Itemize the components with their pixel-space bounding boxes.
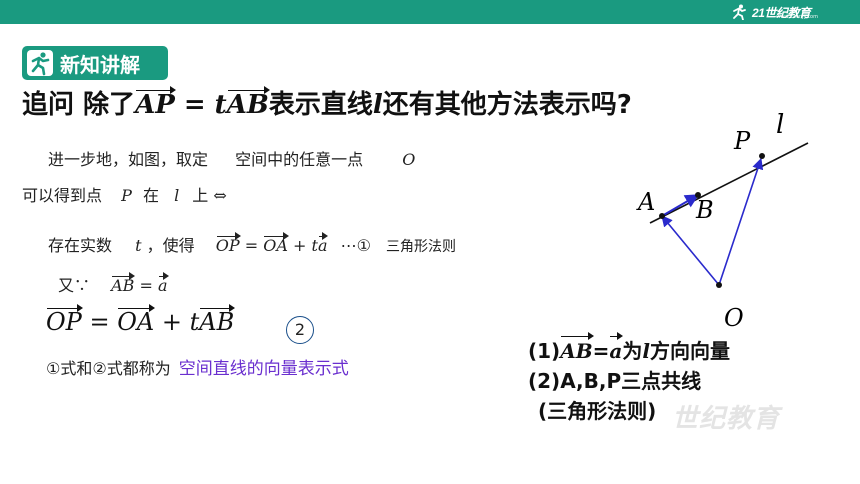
page-title: 追问 除了AP = tAB表示直线l还有其他方法表示吗? bbox=[22, 84, 632, 121]
content-line-1: 进一步地，如图，取定 空间中的任意一点 O bbox=[48, 146, 415, 170]
eq-vector-ab: AB bbox=[199, 304, 236, 336]
content-line-4: 又∵ AB = a bbox=[58, 272, 169, 296]
note1-text2: 方向向量 bbox=[649, 339, 730, 363]
main-equation: OP = OA + tAB bbox=[46, 304, 236, 336]
line3-eq: = bbox=[244, 236, 259, 255]
line4-eq: = bbox=[139, 276, 153, 295]
badge-label: 新知讲解 bbox=[60, 52, 140, 77]
eq-plus-t: + t bbox=[154, 308, 200, 336]
note1-prefix: (1) bbox=[528, 339, 561, 363]
title-suffix-a: 表示直线 bbox=[268, 90, 373, 120]
content-line-3: 存在实数 t ，使得 OP = OA + ta ⋯① 三角形法则 bbox=[48, 232, 456, 256]
conclusion-highlight: 空间直线的向量表示式 bbox=[178, 359, 349, 379]
line1-var-o: O bbox=[402, 150, 416, 169]
runner-icon bbox=[27, 50, 53, 76]
eq-equals: = bbox=[81, 308, 118, 336]
vector-ab-line bbox=[661, 194, 700, 217]
brand-url: www.21cnjy.com bbox=[776, 13, 818, 20]
line3-vector-op: OP bbox=[215, 232, 241, 255]
line4-vector-ab: AB bbox=[111, 272, 136, 295]
note-1: (1)AB=a为l方向向量 bbox=[528, 332, 730, 366]
label-b: B bbox=[695, 196, 714, 224]
note1-vector-a: a bbox=[609, 332, 624, 366]
line3-tail: ⋯① bbox=[340, 236, 371, 255]
label-a: A bbox=[636, 188, 655, 216]
content-line-2: 可以得到点 P 在 l 上 ⇔ bbox=[22, 182, 227, 206]
point-p bbox=[759, 153, 765, 159]
line3-note: 三角形法则 bbox=[386, 239, 457, 255]
note1-text: 为 bbox=[622, 339, 643, 363]
equation-number-circle: 2 bbox=[286, 316, 314, 344]
title-prefix: 追问 除了 bbox=[22, 90, 136, 120]
line2-text: 可以得到点 bbox=[22, 186, 103, 205]
line3-vector-oa: OA bbox=[263, 232, 289, 255]
geometry-figure: l P A B O bbox=[636, 110, 809, 332]
eq-vector-oa: OA bbox=[117, 304, 156, 336]
line2-var-p: P bbox=[121, 186, 132, 205]
line4-text: 又∵ bbox=[58, 276, 91, 295]
label-p: P bbox=[733, 127, 751, 155]
line2-var-l: l bbox=[174, 186, 180, 205]
title-eq-mid: = t bbox=[174, 90, 227, 120]
section-badge: 新知讲解 bbox=[22, 46, 168, 80]
runner-logo-icon bbox=[733, 4, 746, 20]
watermark: 世纪教育 bbox=[672, 404, 781, 434]
line3-text: 存在实数 bbox=[48, 236, 113, 255]
line3-plus: + bbox=[293, 236, 307, 255]
line1-text: 进一步地，如图，取定 bbox=[48, 150, 209, 169]
title-line-var: l bbox=[372, 90, 383, 120]
title-suffix-b: 还有其他方法表示吗? bbox=[382, 90, 632, 120]
conclusion-text: ①式和②式都称为 bbox=[46, 359, 171, 378]
line4-vector-a: a bbox=[158, 272, 169, 295]
line2-on: 上 ⇔ bbox=[192, 186, 227, 205]
line3-vector-a: a bbox=[317, 232, 329, 255]
brand-logo: 21世纪教育 www.21cnjy.com bbox=[730, 3, 818, 21]
vector-oa-line bbox=[661, 215, 720, 286]
line3-var-t: t bbox=[135, 236, 142, 255]
title-vector-ap: AP bbox=[135, 86, 176, 120]
label-o: O bbox=[724, 304, 744, 332]
line3-text2: ，使得 bbox=[146, 236, 195, 255]
point-a bbox=[659, 213, 665, 219]
conclusion-line: ①式和②式都称为 空间直线的向量表示式 bbox=[46, 354, 349, 379]
eq-vector-op: OP bbox=[46, 304, 83, 336]
top-banner: 21世纪教育 www.21cnjy.com bbox=[0, 0, 860, 24]
note1-vector-ab: AB bbox=[560, 332, 595, 366]
note1-eq: = bbox=[592, 339, 610, 363]
title-vector-ab: AB bbox=[226, 86, 271, 120]
note-2: (2)A,B,P三点共线 bbox=[528, 369, 702, 393]
line-l bbox=[649, 142, 809, 224]
line1-text2: 空间中的任意一点 bbox=[235, 150, 364, 169]
point-o bbox=[716, 282, 722, 288]
label-l: l bbox=[776, 110, 784, 140]
line2-in: 在 bbox=[142, 186, 159, 205]
note1-l: l bbox=[642, 339, 650, 363]
